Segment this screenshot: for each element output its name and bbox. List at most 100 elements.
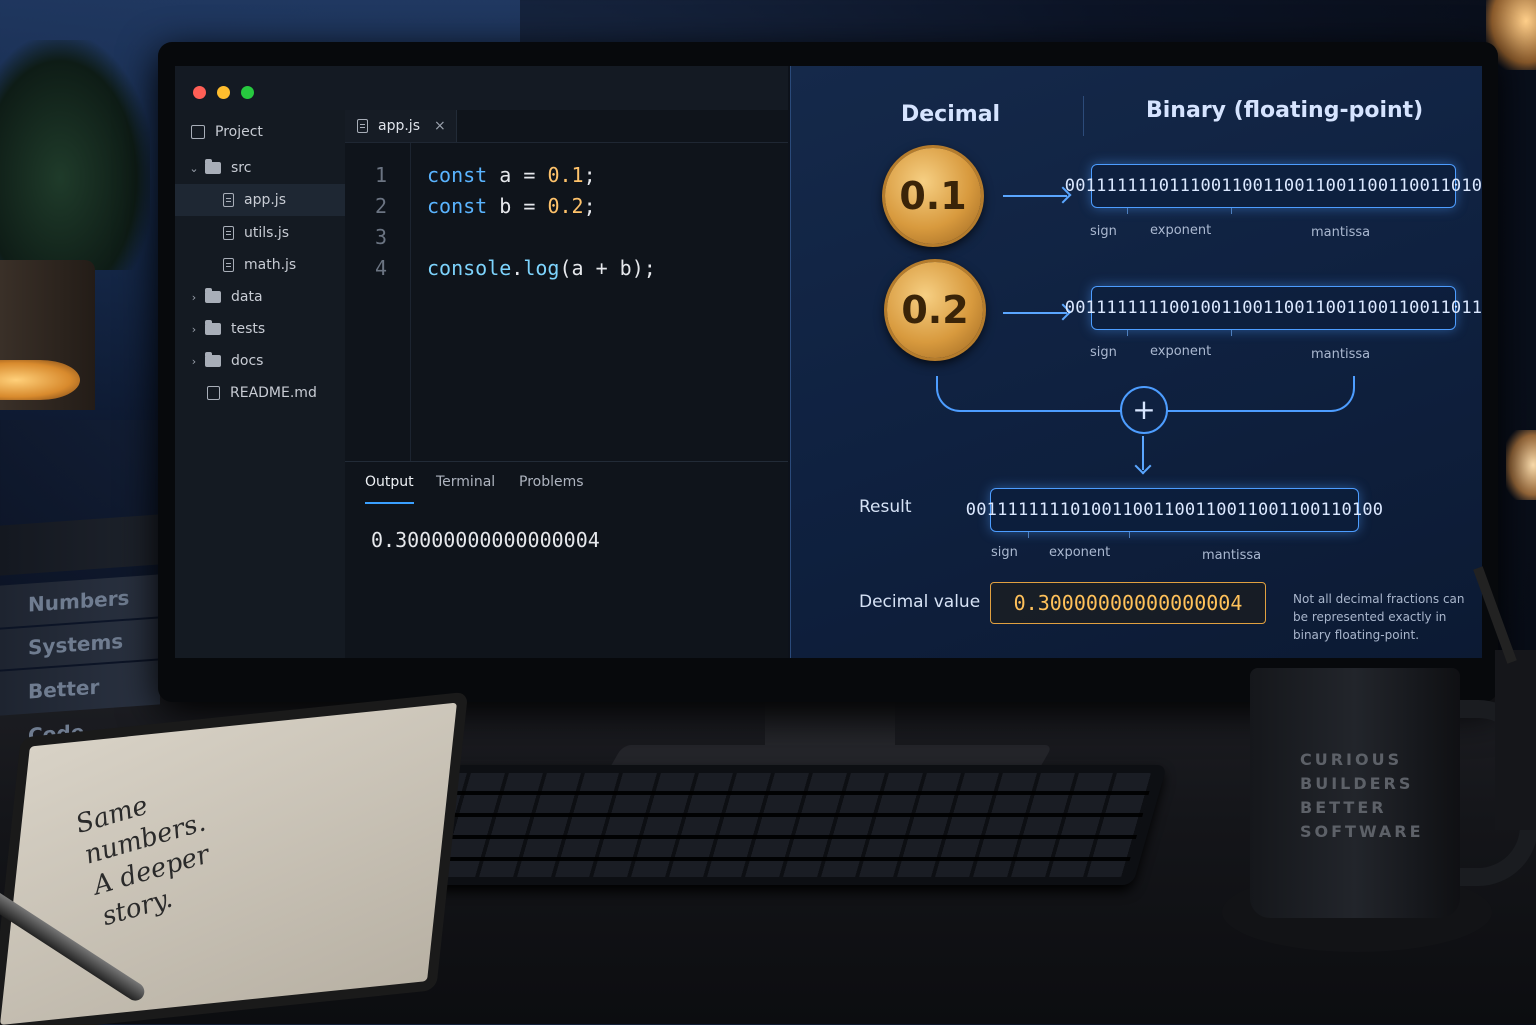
coin-0-2: 0.2 (887, 262, 983, 358)
mantissa-label: mantissa (1202, 548, 1262, 563)
tree-item-label: README.md (230, 385, 317, 401)
tree-item-label: app.js (244, 192, 286, 208)
exponent-label: exponent (1049, 545, 1111, 560)
code-number: 0.1 (547, 163, 584, 187)
folder-icon (205, 352, 221, 367)
screen: Project ⌄ src app.js utils.js math.js › (175, 66, 1482, 658)
tab-output[interactable]: Output (365, 462, 414, 504)
decimal-value-box: 0.30000000000000004 (990, 582, 1266, 624)
arrow-right-icon (1003, 312, 1067, 314)
window-titlebar (175, 66, 788, 110)
line-number: 4 (375, 256, 388, 280)
binary-header: Binary (floating-point) (1146, 98, 1424, 123)
line-number-gutter: 1 2 3 4 (345, 143, 411, 461)
explanation-note: Not all decimal fractions can be represe… (1293, 592, 1465, 642)
result-label: Result (859, 497, 912, 517)
folder-open-icon (205, 159, 221, 174)
mug-text-line: SOFTWARE (1300, 822, 1424, 841)
tab-terminal[interactable]: Terminal (436, 462, 495, 502)
minimize-window-button[interactable] (217, 86, 230, 99)
file-icon (223, 226, 234, 240)
bit-tick (1127, 330, 1128, 336)
chevron-right-icon: › (191, 290, 197, 304)
mantissa-label: mantissa (1311, 347, 1371, 362)
close-icon[interactable]: × (434, 118, 446, 134)
tree-item-label: math.js (244, 257, 297, 273)
file-explorer: Project ⌄ src app.js utils.js math.js › (175, 110, 346, 658)
exponent-label: exponent (1150, 344, 1212, 359)
tab-label: app.js (378, 118, 420, 134)
mug-text-line: BETTER (1300, 798, 1387, 817)
tree-folder-src[interactable]: ⌄ src (175, 152, 345, 184)
arrow-right-icon (1003, 195, 1067, 197)
tab-app-js[interactable]: app.js × (345, 110, 457, 142)
code-punct: ; (583, 163, 596, 187)
mantissa-label: mantissa (1311, 225, 1371, 240)
code-line-4: console.log(a + b); (427, 256, 656, 280)
sign-label: sign (1090, 224, 1117, 239)
binary-box-0-2: 0011111111001001100110011001100110011011 (1065, 286, 1482, 330)
pen-cup (1495, 650, 1536, 830)
sign-label: sign (1090, 345, 1117, 360)
file-icon (357, 119, 368, 133)
code-identifier: b = (487, 194, 548, 218)
tree-folder-docs[interactable]: › docs (175, 345, 345, 377)
code-line-1: const a = 0.1; (427, 163, 596, 187)
plus-icon: + (1120, 386, 1168, 434)
code-editor-window: Project ⌄ src app.js utils.js math.js › (175, 66, 788, 658)
folder-icon (205, 320, 221, 335)
exponent-label: exponent (1150, 223, 1212, 238)
project-icon (191, 125, 205, 139)
editor-tab-bar: app.js × (345, 110, 788, 143)
line-number: 2 (375, 194, 388, 218)
code-line-2: const b = 0.2; (427, 194, 596, 218)
maximize-window-button[interactable] (241, 86, 254, 99)
bit-tick (1129, 532, 1130, 538)
project-header[interactable]: Project (175, 116, 345, 148)
keyboard (352, 765, 1168, 885)
tree-file-utils-js[interactable]: utils.js (175, 217, 345, 249)
file-icon (223, 193, 234, 207)
readme-file-icon (207, 386, 220, 400)
close-window-button[interactable] (193, 86, 206, 99)
tree-file-readme[interactable]: README.md (175, 377, 345, 409)
code-identifier: a = (487, 163, 548, 187)
arrow-down-icon (1142, 436, 1144, 470)
bottom-panel: Output Terminal Problems 0.3000000000000… (345, 461, 788, 658)
code-area[interactable]: 1 2 3 4 const a = 0.1; const b = 0.2; co… (345, 143, 788, 461)
tab-problems[interactable]: Problems (519, 462, 584, 502)
tree-file-math-js[interactable]: math.js (175, 249, 345, 281)
line-number: 3 (375, 225, 388, 249)
code-punct: . (511, 256, 524, 280)
chevron-right-icon: › (191, 354, 197, 368)
folder-icon (205, 288, 221, 303)
code-keyword: const (427, 194, 488, 218)
desk-lamp (0, 360, 80, 400)
bit-tick (1231, 330, 1232, 336)
tree-item-label: src (231, 160, 252, 176)
tree-item-label: utils.js (244, 225, 290, 241)
tree-folder-data[interactable]: › data (175, 281, 345, 313)
book-spine-better-code: Better Code (0, 660, 160, 748)
tree-file-app-js[interactable]: app.js (175, 184, 345, 216)
file-icon (223, 258, 234, 272)
project-label: Project (215, 124, 263, 140)
mug-text-line: CURIOUS (1300, 750, 1403, 769)
code-punct: ; (583, 194, 596, 218)
tree-item-label: tests (231, 321, 266, 337)
mug-print: CURIOUS BUILDERS BETTER SOFTWARE (1300, 748, 1424, 844)
binary-box-0-1: 0011111110111001100110011001100110011010 (1065, 164, 1482, 208)
sign-label: sign (991, 545, 1018, 560)
code-number: 0.2 (547, 194, 584, 218)
wall-light-lower (1506, 430, 1536, 500)
bit-tick (1028, 532, 1029, 538)
decimal-header: Decimal (901, 102, 1001, 127)
tree-folder-tests[interactable]: › tests (175, 313, 345, 345)
column-divider (1083, 96, 1084, 136)
mug-text-line: BUILDERS (1300, 774, 1414, 793)
line-number: 1 (375, 163, 388, 187)
code-keyword: const (427, 163, 488, 187)
code-object: console (427, 256, 512, 280)
coin-0-1: 0.1 (885, 148, 981, 244)
decimal-value-label: Decimal value (859, 592, 981, 612)
